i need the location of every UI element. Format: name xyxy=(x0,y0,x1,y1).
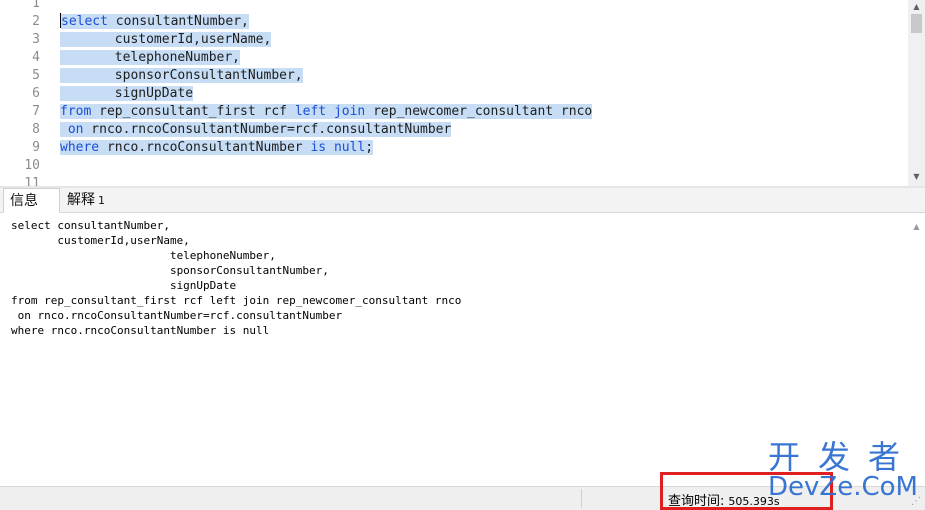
sql-text: rep_newcomer_consultant rnco xyxy=(365,104,593,119)
scroll-up-icon[interactable]: ▲ xyxy=(908,0,925,14)
code-line: customerId,userName, xyxy=(60,31,272,49)
sql-text: ; xyxy=(365,140,374,155)
sql-text: sponsorConsultantNumber, xyxy=(60,68,303,83)
code-line: from rep_consultant_first rcf left join … xyxy=(60,103,593,121)
editor-vertical-scrollbar[interactable]: ▲ ▼ xyxy=(908,0,925,186)
sql-text: telephoneNumber, xyxy=(60,50,241,65)
watermark-bottom: DevZe.CoM xyxy=(768,472,918,502)
sql-text: rnco.rncoConsultantNumber=rcf.consultant… xyxy=(83,122,452,137)
line-number: 10 xyxy=(24,158,40,173)
status-separator xyxy=(581,489,582,508)
line-number-gutter: 1 2 3 4 5 6 7 8 9 10 11 xyxy=(0,0,52,186)
tab-info[interactable]: 信息 xyxy=(3,188,60,213)
line-number: 1 xyxy=(32,0,40,11)
code-line: select consultantNumber, xyxy=(60,13,249,31)
line-number: 3 xyxy=(32,32,40,47)
info-text-line: from rep_consultant_first rcf left join … xyxy=(11,294,462,307)
tab-explain-count: 1 xyxy=(98,194,105,207)
sql-keyword: on xyxy=(67,122,84,137)
sql-text: customerId,userName, xyxy=(60,32,272,47)
sql-text xyxy=(60,122,68,137)
sql-keyword: left join xyxy=(294,104,366,119)
sql-keyword: is null xyxy=(310,140,366,155)
tab-explain-label: 解释 xyxy=(67,192,95,208)
info-text-line: customerId,userName, xyxy=(11,234,190,247)
sql-keyword: select xyxy=(61,14,108,29)
code-line: telephoneNumber, xyxy=(60,49,241,67)
sql-keyword: where xyxy=(60,140,100,155)
info-text-line: on rnco.rncoConsultantNumber=rcf.consult… xyxy=(11,309,343,322)
info-text-line: sponsorConsultantNumber, xyxy=(11,264,329,277)
sql-text: rnco.rncoConsultantNumber xyxy=(99,140,311,155)
sql-text: signUpDate xyxy=(60,86,194,101)
line-number: 11 xyxy=(24,176,40,186)
info-text-line: select consultantNumber, xyxy=(11,219,170,232)
line-number: 7 xyxy=(32,104,40,119)
scrollbar-thumb[interactable] xyxy=(911,14,922,33)
info-text-line: where rnco.rncoConsultantNumber is null xyxy=(11,324,270,337)
line-number: 6 xyxy=(32,86,40,101)
sql-text: consultantNumber, xyxy=(107,14,249,29)
line-number: 5 xyxy=(32,68,40,83)
sql-editor[interactable]: 1 2 3 4 5 6 7 8 9 10 11 select consultantNumber, c… xyxy=(0,0,925,186)
line-number: 2 xyxy=(32,14,40,29)
code-line: sponsorConsultantNumber, xyxy=(60,67,303,85)
result-tabs: 信息 解释 1 xyxy=(0,188,925,213)
scroll-up-icon[interactable]: ▲ xyxy=(908,220,925,234)
code-line: signUpDate xyxy=(60,85,194,103)
tab-info-label: 信息 xyxy=(10,193,38,209)
code-line: on rnco.rncoConsultantNumber=rcf.consult… xyxy=(60,121,452,139)
code-area[interactable]: select consultantNumber, customerId,user… xyxy=(60,0,907,186)
sql-text: rep_consultant_first rcf xyxy=(91,104,295,119)
line-number: 8 xyxy=(32,122,40,137)
info-text-line: telephoneNumber, xyxy=(11,249,276,262)
info-text-line: signUpDate xyxy=(11,279,237,292)
code-line: where rnco.rncoConsultantNumber is null; xyxy=(60,139,374,157)
tab-explain[interactable]: 解释 1 xyxy=(61,188,111,213)
sql-keyword: from xyxy=(60,104,92,119)
line-number: 4 xyxy=(32,50,40,65)
watermark-top: 开发者 xyxy=(768,438,919,476)
line-number: 9 xyxy=(32,140,40,155)
scroll-down-icon[interactable]: ▼ xyxy=(908,170,925,184)
